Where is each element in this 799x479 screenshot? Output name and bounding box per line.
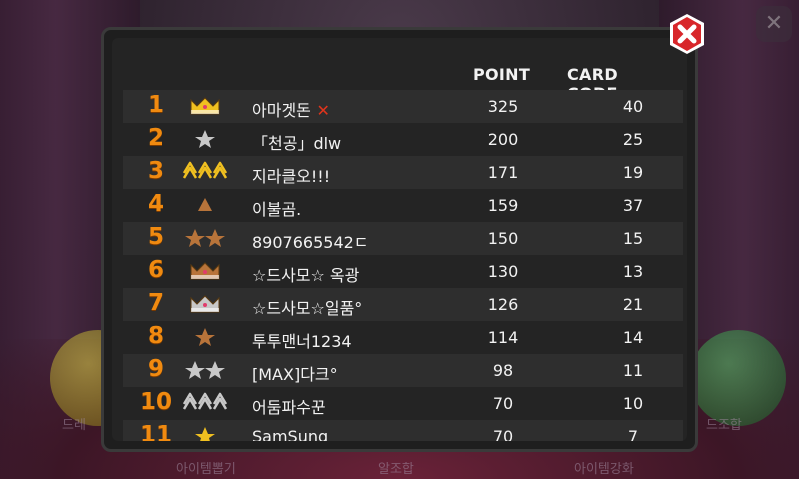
card-code-value: 13 — [622, 262, 644, 281]
rank-number: 1 — [147, 92, 164, 118]
crown-gold-icon — [180, 94, 230, 118]
background-menu-button-right — [690, 330, 786, 426]
card-code-value: 37 — [622, 196, 644, 215]
background-label: 아이템뽑기 — [176, 462, 236, 477]
ranking-row[interactable]: 4 이불곰. 159 37 — [123, 189, 683, 222]
player-name: [MAX]다크° — [252, 365, 338, 384]
point-value: 159 — [487, 196, 519, 215]
ranking-row[interactable]: 7 ☆드사모☆일품° 126 21 — [123, 288, 683, 321]
card-code-value: 21 — [622, 295, 644, 314]
rank-number: 6 — [147, 257, 164, 283]
background-close-icon: ✕ — [756, 6, 792, 42]
player-name: 투투맨너1234 — [252, 332, 352, 351]
background-label: 드조합 — [706, 418, 742, 433]
star-gold-icon — [180, 424, 230, 441]
point-value: 114 — [487, 328, 519, 347]
player-name: ☆드사모☆일품° — [252, 299, 363, 318]
chevrons-gold-icon — [180, 160, 230, 184]
two-stars-silver-icon — [180, 358, 230, 382]
ranking-row[interactable]: 5 8907665542ㄷ 150 15 — [123, 222, 683, 255]
card-code-value: 15 — [622, 229, 644, 248]
rank-number: 4 — [147, 191, 164, 217]
x-mark-icon: ✕ — [310, 101, 330, 120]
player-name: 「천공」dlw — [252, 134, 342, 153]
point-value: 70 — [492, 394, 514, 413]
star-bronze-icon — [180, 325, 230, 349]
two-stars-bronze-icon — [180, 226, 230, 250]
rank-number: 5 — [147, 224, 164, 250]
background-label: 드레 — [62, 418, 86, 433]
ranking-list[interactable]: 1 아마겟돈 ✕ 325 40 2 「천공」dlw 200 25 3 지라클오!!! 171 19 4 이… — [123, 90, 683, 441]
ranking-row[interactable]: 10 어둠파수꾼 70 10 — [123, 387, 683, 420]
background-label: 알조합 — [378, 462, 414, 477]
close-button[interactable] — [666, 13, 708, 55]
player-name: 아마겟돈 ✕ — [252, 101, 330, 120]
rank-number: 7 — [147, 290, 164, 316]
point-value: 325 — [487, 97, 519, 116]
ranking-row[interactable]: 9 [MAX]다크° 98 11 — [123, 354, 683, 387]
card-code-value: 14 — [622, 328, 644, 347]
rank-number: 2 — [147, 125, 164, 151]
ranking-row[interactable]: 6 ☆드사모☆ 옥광 130 13 — [123, 255, 683, 288]
ranking-panel-inner: POINT CARD CODE 1아마겟돈 ✕325402「천공」dlw2002… — [112, 38, 687, 441]
player-name: 8907665542ㄷ — [252, 233, 369, 252]
player-name: 이불곰. — [252, 200, 302, 219]
rank-number: 3 — [147, 158, 164, 184]
ranking-row[interactable]: 11 SamSung 70 7 — [123, 420, 683, 441]
card-code-value: 40 — [622, 97, 644, 116]
triangle-bronze-icon — [180, 193, 230, 217]
point-value: 126 — [487, 295, 519, 314]
ranking-header: POINT CARD CODE — [112, 58, 687, 103]
point-value: 130 — [487, 262, 519, 281]
rank-number: 11 — [139, 422, 172, 441]
chevrons-silver-icon — [180, 391, 230, 415]
card-code-value: 7 — [627, 427, 639, 441]
crown-silver-icon — [180, 292, 230, 316]
card-code-value: 25 — [622, 130, 644, 149]
ranking-row[interactable]: 2 「천공」dlw 200 25 — [123, 123, 683, 156]
rank-number: 8 — [147, 323, 164, 349]
player-name: SamSung — [252, 427, 329, 441]
ranking-row[interactable]: 1 아마겟돈 ✕ 325 40 — [123, 90, 683, 123]
point-value: 70 — [492, 427, 514, 441]
crown-bronze-icon — [180, 259, 230, 283]
point-value: 171 — [487, 163, 519, 182]
ranking-row[interactable]: 8 투투맨너1234 114 14 — [123, 321, 683, 354]
point-value: 200 — [487, 130, 519, 149]
star-silver-icon — [180, 127, 230, 151]
background-label: 아이템강화 — [574, 462, 634, 477]
card-code-value: 19 — [622, 163, 644, 182]
card-code-value: 10 — [622, 394, 644, 413]
point-column-header: POINT — [473, 65, 531, 84]
rank-number: 9 — [147, 356, 164, 382]
close-icon — [670, 14, 704, 54]
ranking-row[interactable]: 3 지라클오!!! 171 19 — [123, 156, 683, 189]
player-name: ☆드사모☆ 옥광 — [252, 266, 360, 285]
point-value: 150 — [487, 229, 519, 248]
player-name: 어둠파수꾼 — [252, 398, 326, 417]
rank-number: 10 — [139, 389, 172, 415]
player-name: 지라클오!!! — [252, 167, 331, 186]
card-code-value: 11 — [622, 361, 644, 380]
point-value: 98 — [492, 361, 514, 380]
ranking-panel: POINT CARD CODE 1아마겟돈 ✕325402「천공」dlw2002… — [101, 27, 698, 452]
